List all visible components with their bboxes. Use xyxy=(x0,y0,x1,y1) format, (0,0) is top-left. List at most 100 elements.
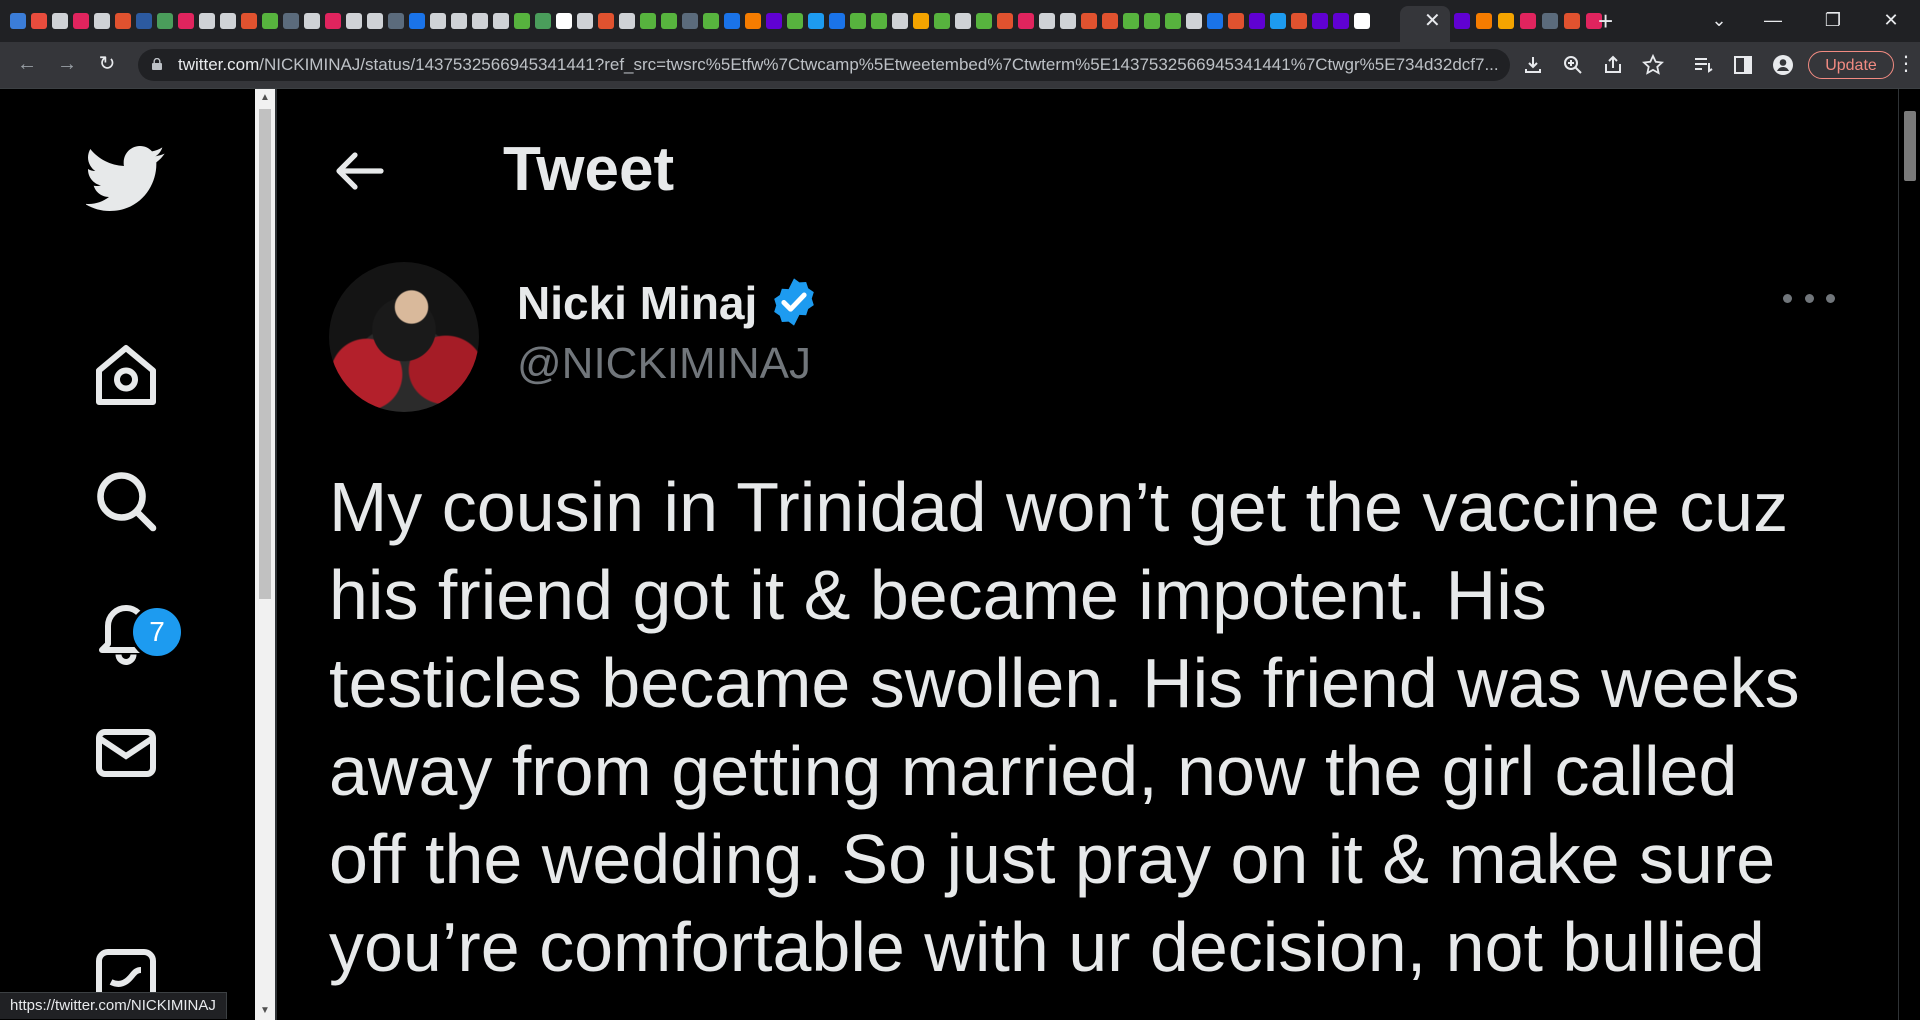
address-bar[interactable]: twitter.com/NICKIMINAJ/status/1437532566… xyxy=(138,49,1510,81)
tab-favicon-icon[interactable] xyxy=(1476,13,1492,29)
tab-favicon-icon[interactable] xyxy=(556,13,572,29)
tab-favicon-icon[interactable] xyxy=(955,13,971,29)
tab-favicon-icon[interactable] xyxy=(1249,13,1265,29)
back-arrow-icon[interactable] xyxy=(329,141,389,201)
side-panel-icon[interactable] xyxy=(1732,54,1754,76)
tab-favicon-icon[interactable] xyxy=(409,13,425,29)
tab-favicon-icon[interactable] xyxy=(892,13,908,29)
tab-favicon-icon[interactable] xyxy=(346,13,362,29)
tab-search-button[interactable]: ⌄ xyxy=(1694,6,1744,34)
tab-favicon-icon[interactable] xyxy=(808,13,824,29)
tab-favicon-icon[interactable] xyxy=(1498,13,1514,29)
forward-button[interactable]: → xyxy=(52,50,82,78)
tab-favicon-icon[interactable] xyxy=(94,13,110,29)
back-button[interactable]: ← xyxy=(12,50,42,78)
tab-favicon-icon[interactable] xyxy=(1354,13,1370,29)
tab-favicon-icon[interactable] xyxy=(1333,13,1349,29)
tab-favicon-icon[interactable] xyxy=(136,13,152,29)
tab-favicon-icon[interactable] xyxy=(997,13,1013,29)
tab-favicon-icon[interactable] xyxy=(1060,13,1076,29)
tab-favicon-icon[interactable] xyxy=(73,13,89,29)
page-scroll-thumb[interactable] xyxy=(1904,111,1916,181)
page-scrollbar[interactable] xyxy=(1898,89,1920,1020)
restore-button[interactable]: ❐ xyxy=(1808,6,1858,34)
tab-favicon-icon[interactable] xyxy=(766,13,782,29)
tab-favicon-icon[interactable] xyxy=(514,13,530,29)
tab-favicon-icon[interactable] xyxy=(220,13,236,29)
tab-favicon-icon[interactable] xyxy=(1564,13,1580,29)
search-icon[interactable] xyxy=(86,461,166,541)
tab-favicon-icon[interactable] xyxy=(577,13,593,29)
tab-favicon-icon[interactable] xyxy=(262,13,278,29)
tab-favicon-icon[interactable] xyxy=(115,13,131,29)
tab-favicon-icon[interactable] xyxy=(283,13,299,29)
author-display-name[interactable]: Nicki Minaj xyxy=(517,275,757,331)
tab-favicon-icon[interactable] xyxy=(304,13,320,29)
tab-favicon-icon[interactable] xyxy=(199,13,215,29)
tab-favicon-icon[interactable] xyxy=(640,13,656,29)
tab-favicon-icon[interactable] xyxy=(1144,13,1160,29)
more-options-icon[interactable] xyxy=(1783,283,1835,313)
tab-favicon-icon[interactable] xyxy=(1270,13,1286,29)
tab-favicon-icon[interactable] xyxy=(52,13,68,29)
tab-favicon-icon[interactable] xyxy=(724,13,740,29)
reading-list-icon[interactable] xyxy=(1692,54,1714,76)
tab-favicon-icon[interactable] xyxy=(976,13,992,29)
tab-favicon-icon[interactable] xyxy=(829,13,845,29)
tab-favicon-icon[interactable] xyxy=(1542,13,1558,29)
tab-favicon-icon[interactable] xyxy=(535,13,551,29)
tab-favicon-icon[interactable] xyxy=(619,13,635,29)
tab-favicon-icon[interactable] xyxy=(703,13,719,29)
tab-favicon-icon[interactable] xyxy=(1207,13,1223,29)
browser-menu-icon[interactable]: ⋮ xyxy=(1896,50,1916,78)
sidebar-scrollbar[interactable]: ▲ ▼ xyxy=(255,89,275,1020)
minimize-button[interactable]: — xyxy=(1748,6,1798,34)
avatar[interactable] xyxy=(329,262,479,412)
twitter-logo-icon[interactable] xyxy=(86,89,166,269)
tab-favicon-icon[interactable] xyxy=(1454,13,1470,29)
install-app-icon[interactable] xyxy=(1522,54,1544,76)
tab-favicon-icon[interactable] xyxy=(1520,13,1536,29)
reload-button[interactable]: ↻ xyxy=(92,50,122,78)
tab-favicon-icon[interactable] xyxy=(430,13,446,29)
close-window-button[interactable]: ✕ xyxy=(1866,6,1916,34)
tab-favicon-icon[interactable] xyxy=(1186,13,1202,29)
tab-favicon-icon[interactable] xyxy=(493,13,509,29)
new-tab-button[interactable]: + xyxy=(1598,6,1613,36)
tab-favicon-icon[interactable] xyxy=(598,13,614,29)
tab-favicon-icon[interactable] xyxy=(1312,13,1328,29)
profile-avatar-icon[interactable] xyxy=(1772,54,1794,76)
messages-envelope-icon[interactable] xyxy=(86,713,166,793)
author-handle[interactable]: @NICKIMINAJ xyxy=(517,337,811,391)
update-button[interactable]: Update xyxy=(1808,51,1894,79)
tab-favicon-icon[interactable] xyxy=(31,13,47,29)
tab-favicon-icon[interactable] xyxy=(241,13,257,29)
tab-favicon-icon[interactable] xyxy=(1018,13,1034,29)
tab-favicon-icon[interactable] xyxy=(934,13,950,29)
tab-favicon-icon[interactable] xyxy=(745,13,761,29)
tab-favicon-icon[interactable] xyxy=(661,13,677,29)
tab-favicon-icon[interactable] xyxy=(787,13,803,29)
tab-favicon-icon[interactable] xyxy=(1228,13,1244,29)
share-icon[interactable] xyxy=(1602,54,1624,76)
tab-favicon-icon[interactable] xyxy=(682,13,698,29)
tab-favicon-icon[interactable] xyxy=(178,13,194,29)
tab-favicon-icon[interactable] xyxy=(1039,13,1055,29)
tab-favicon-icon[interactable] xyxy=(451,13,467,29)
scroll-down-arrow-icon[interactable]: ▼ xyxy=(255,1002,275,1020)
tab-favicon-icon[interactable] xyxy=(388,13,404,29)
tab-favicon-icon[interactable] xyxy=(157,13,173,29)
tab-favicon-icon[interactable] xyxy=(1081,13,1097,29)
tab-favicon-icon[interactable] xyxy=(913,13,929,29)
tab-favicon-icon[interactable] xyxy=(1123,13,1139,29)
home-icon[interactable] xyxy=(86,335,166,415)
tab-favicon-icon[interactable] xyxy=(367,13,383,29)
tab-favicon-icon[interactable] xyxy=(472,13,488,29)
tab-favicon-icon[interactable] xyxy=(850,13,866,29)
tab-favicon-icon[interactable] xyxy=(1291,13,1307,29)
tab-favicon-icon[interactable] xyxy=(871,13,887,29)
tab-close-icon[interactable]: ✕ xyxy=(1424,9,1441,33)
bookmark-star-icon[interactable] xyxy=(1642,54,1664,76)
tab-favicon-icon[interactable] xyxy=(325,13,341,29)
zoom-icon[interactable] xyxy=(1562,54,1584,76)
